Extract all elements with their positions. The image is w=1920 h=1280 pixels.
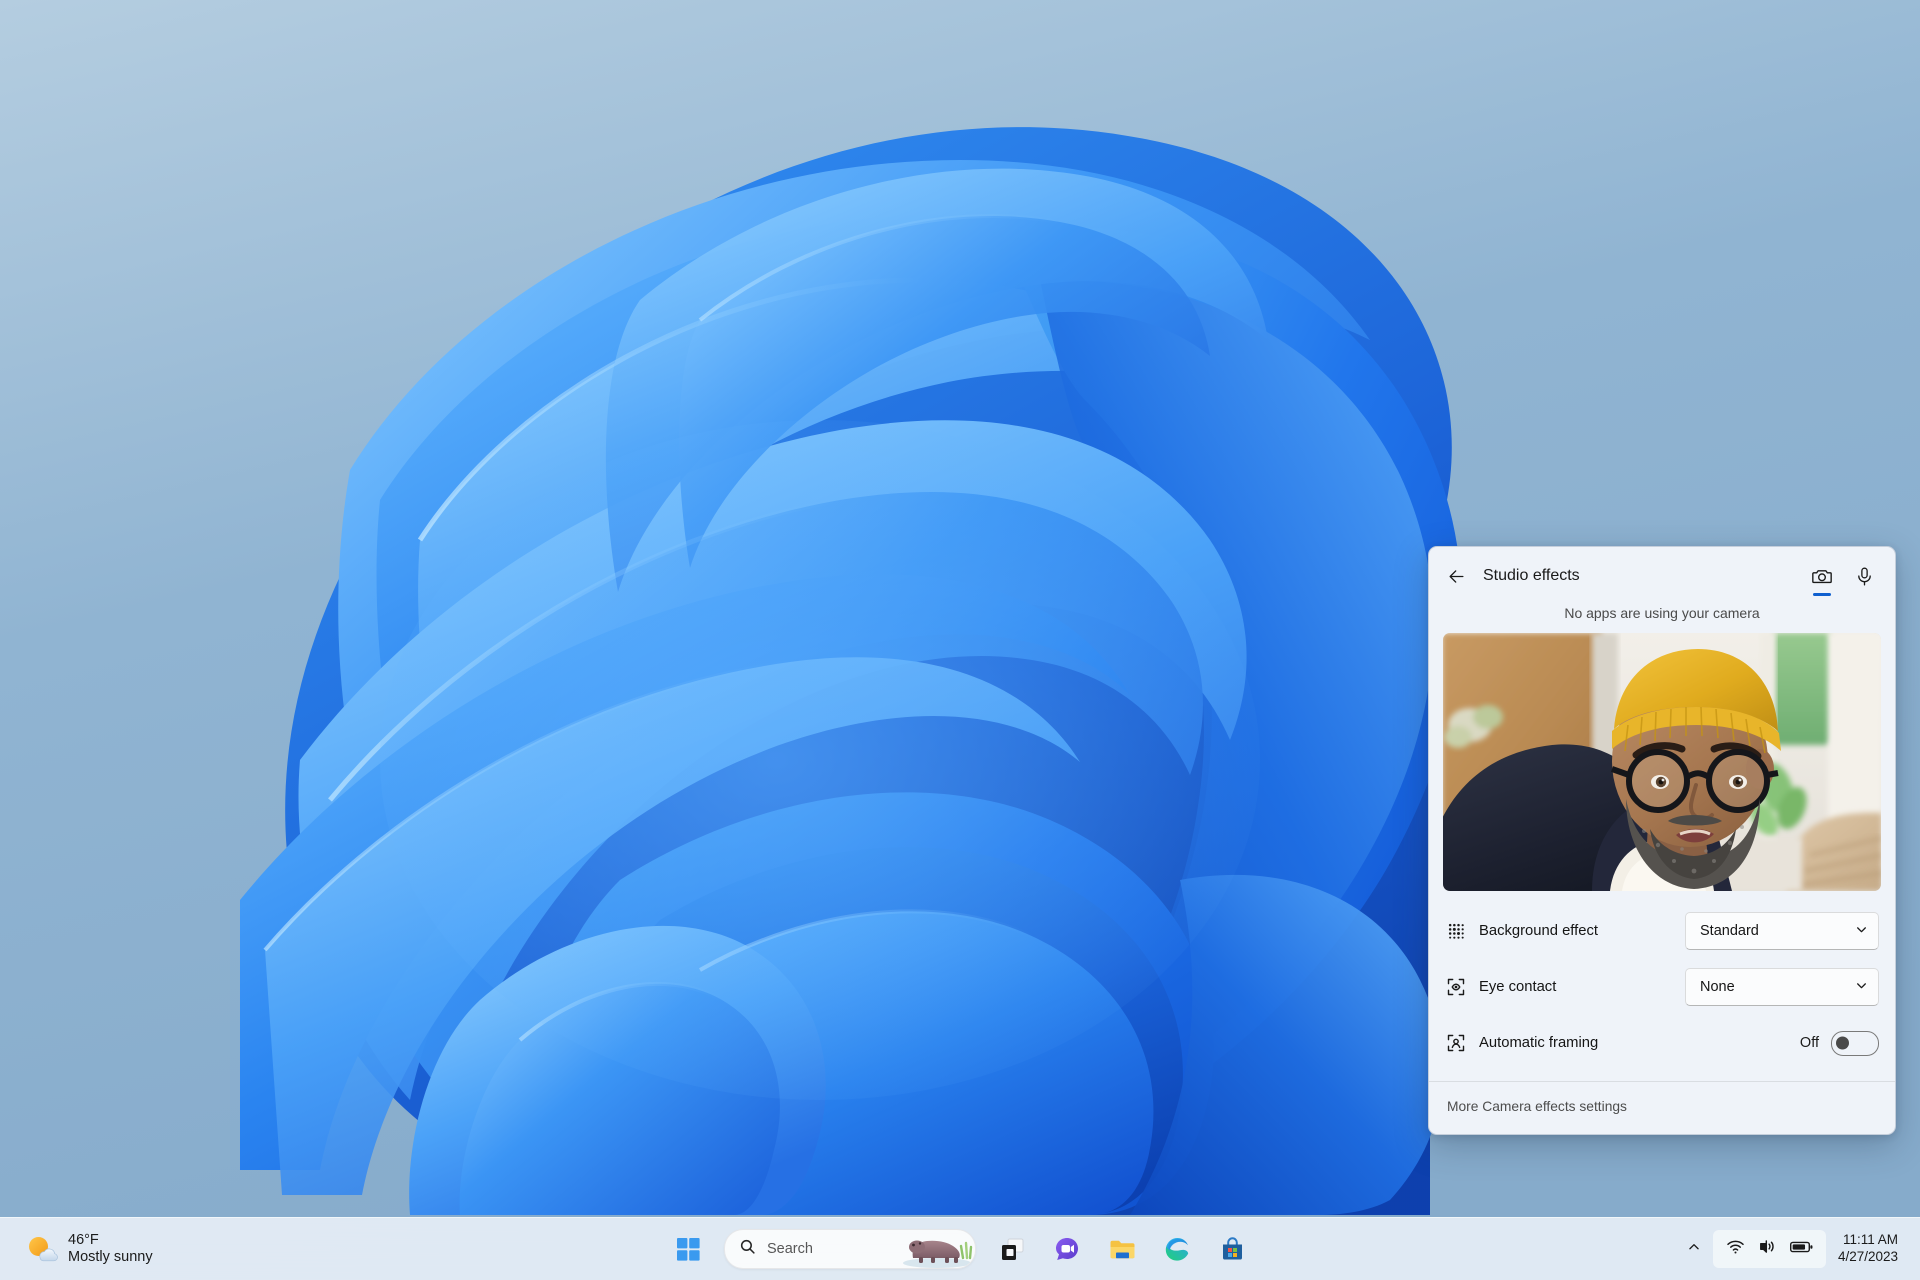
chevron-down-icon (1855, 923, 1868, 939)
system-tray: 11:11 AM 4/27/2023 (1679, 1218, 1910, 1280)
folder-icon (1110, 1240, 1134, 1258)
setting-label-eye-contact: Eye contact (1479, 979, 1557, 995)
weather-condition: Mostly sunny (68, 1249, 153, 1265)
taskbar: 46°F Mostly sunny Search 11:11 AM 4/27/2… (0, 1217, 1920, 1280)
windows-logo-icon (676, 1237, 700, 1261)
studio-effects-settings: Background effect Standard Eye contact N… (1429, 891, 1895, 1075)
hippopotamus-icon (897, 1230, 975, 1268)
background-effect-value: Standard (1700, 923, 1759, 939)
search-icon (739, 1238, 756, 1260)
wifi-icon[interactable] (1726, 1237, 1745, 1261)
taskbar-app-chat[interactable] (1043, 1225, 1091, 1273)
tab-microphone[interactable] (1845, 556, 1883, 596)
camera-icon (1812, 570, 1832, 584)
taskbar-app-store[interactable] (1208, 1225, 1256, 1273)
weather-widget[interactable]: 46°F Mostly sunny (14, 1218, 163, 1280)
taskbar-app-task-view[interactable] (988, 1225, 1036, 1273)
taskbar-app-edge[interactable] (1153, 1225, 1201, 1273)
eye-contact-icon (1445, 976, 1467, 998)
automatic-framing-state: Off (1799, 1035, 1819, 1051)
studio-effects-header: Studio effects (1429, 547, 1895, 605)
camera-preview (1443, 633, 1881, 891)
search-box[interactable]: Search (724, 1229, 976, 1269)
toggle-knob (1836, 1036, 1849, 1050)
setting-label-automatic-framing: Automatic framing (1479, 1035, 1599, 1051)
background-effect-dropdown[interactable]: Standard (1685, 912, 1879, 950)
automatic-framing-toggle[interactable] (1831, 1030, 1879, 1056)
speaker-muted-icon[interactable] (1758, 1237, 1777, 1261)
task-view-icon (1001, 1238, 1023, 1260)
clock-time: 11:11 AM (1842, 1232, 1898, 1248)
camera-status-text: No apps are using your camera (1564, 605, 1760, 621)
setting-row-eye-contact: Eye contact None (1445, 959, 1879, 1015)
panel-title: Studio effects (1483, 567, 1580, 584)
clock-date: 4/27/2023 (1837, 1249, 1898, 1264)
search-placeholder: Search (767, 1241, 813, 1257)
studio-effects-panel: Studio effects No apps are using your ca… (1428, 546, 1896, 1135)
tray-overflow-button[interactable] (1679, 1232, 1709, 1267)
setting-label-background-effect: Background effect (1479, 923, 1599, 939)
weather-text: 46°F Mostly sunny (68, 1232, 153, 1266)
battery-icon[interactable] (1789, 1240, 1813, 1259)
weather-temperature: 46°F (68, 1231, 99, 1248)
back-button[interactable] (1439, 559, 1473, 593)
setting-row-automatic-framing: Automatic framing Off (1445, 1015, 1879, 1071)
start-button[interactable] (664, 1225, 712, 1273)
panel-footer: More Camera effects settings (1429, 1082, 1895, 1134)
taskbar-center-cluster: Search (664, 1218, 1256, 1280)
chat-icon (1056, 1238, 1078, 1260)
store-icon (1222, 1236, 1242, 1259)
framing-icon (1445, 1032, 1467, 1054)
eye-contact-value: None (1700, 979, 1735, 995)
edge-icon (1165, 1237, 1188, 1261)
desktop: Studio effects No apps are using your ca… (0, 0, 1920, 1280)
chevron-down-icon (1855, 979, 1868, 995)
microphone-icon (1857, 567, 1871, 585)
eye-contact-dropdown[interactable]: None (1685, 968, 1879, 1006)
taskbar-app-file-explorer[interactable] (1098, 1225, 1146, 1273)
blur-grid-icon (1445, 920, 1467, 942)
setting-row-background-effect: Background effect Standard (1445, 903, 1879, 959)
tray-icons-group[interactable] (1712, 1230, 1826, 1268)
automatic-framing-control: Off (1799, 1030, 1879, 1056)
tab-camera[interactable] (1803, 556, 1841, 596)
back-arrow-icon (1448, 569, 1464, 583)
more-camera-effects-settings-link[interactable]: More Camera effects settings (1447, 1099, 1627, 1114)
clock-and-date[interactable]: 11:11 AM 4/27/2023 (1830, 1228, 1910, 1270)
sun-behind-cloud-icon (24, 1232, 58, 1266)
chevron-up-icon (1689, 1243, 1699, 1249)
